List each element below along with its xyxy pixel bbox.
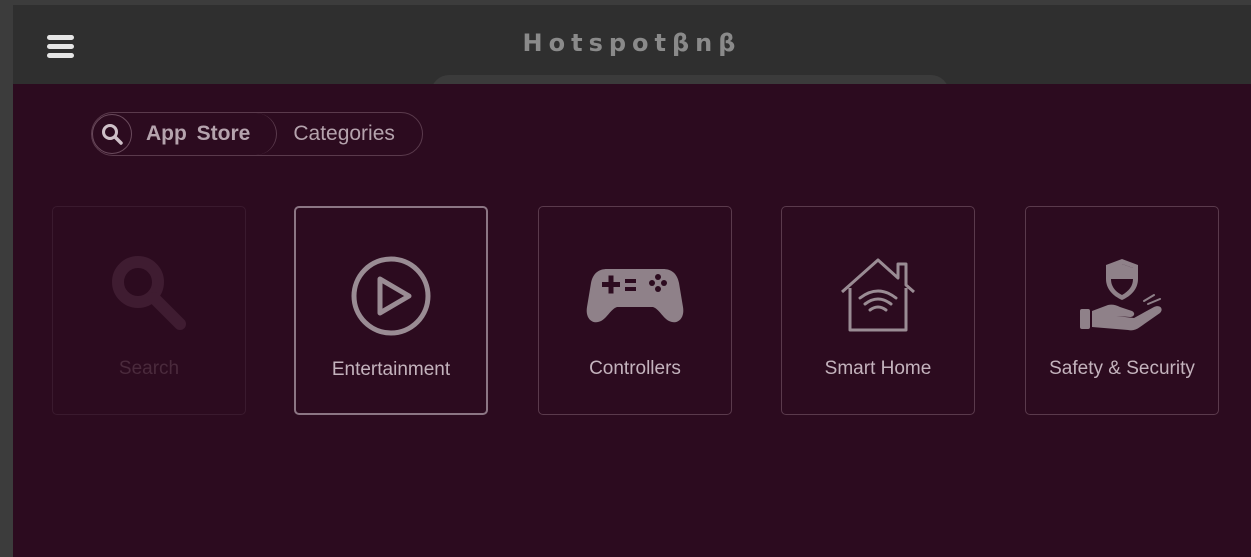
gamepad-icon [586, 268, 684, 322]
play-circle-icon [351, 256, 431, 335]
top-bar: Hotspotβnβ [13, 5, 1251, 95]
app-store-pill[interactable]: App Store [132, 113, 278, 155]
category-card-smart-home[interactable]: Smart Home [781, 206, 975, 415]
category-card-search[interactable]: Search [52, 206, 246, 415]
category-label: Smart Home [824, 358, 932, 379]
app-window: Hotspotβnβ App Store Categories Search E… [0, 0, 1251, 557]
category-label: Safety & Security [1049, 358, 1195, 379]
category-label: Search [118, 358, 180, 379]
smart-home-icon [841, 258, 915, 331]
app-title: Hotspotβnβ [522, 29, 742, 57]
category-card-safety-security[interactable]: Safety & Security [1025, 206, 1219, 415]
main-content: App Store Categories Search Entertainmen… [13, 84, 1251, 557]
category-card-controllers[interactable]: Controllers [538, 206, 732, 415]
category-label: Controllers [589, 358, 681, 379]
category-card-entertainment[interactable]: Entertainment [294, 206, 488, 415]
category-label: Entertainment [331, 359, 451, 380]
search-button[interactable] [92, 114, 132, 154]
shield-hand-icon [1080, 258, 1162, 330]
search-icon [112, 256, 186, 330]
search-icon [102, 124, 123, 145]
categories-pill[interactable]: Categories [277, 113, 422, 155]
breadcrumb-pills: App Store Categories [91, 112, 423, 156]
